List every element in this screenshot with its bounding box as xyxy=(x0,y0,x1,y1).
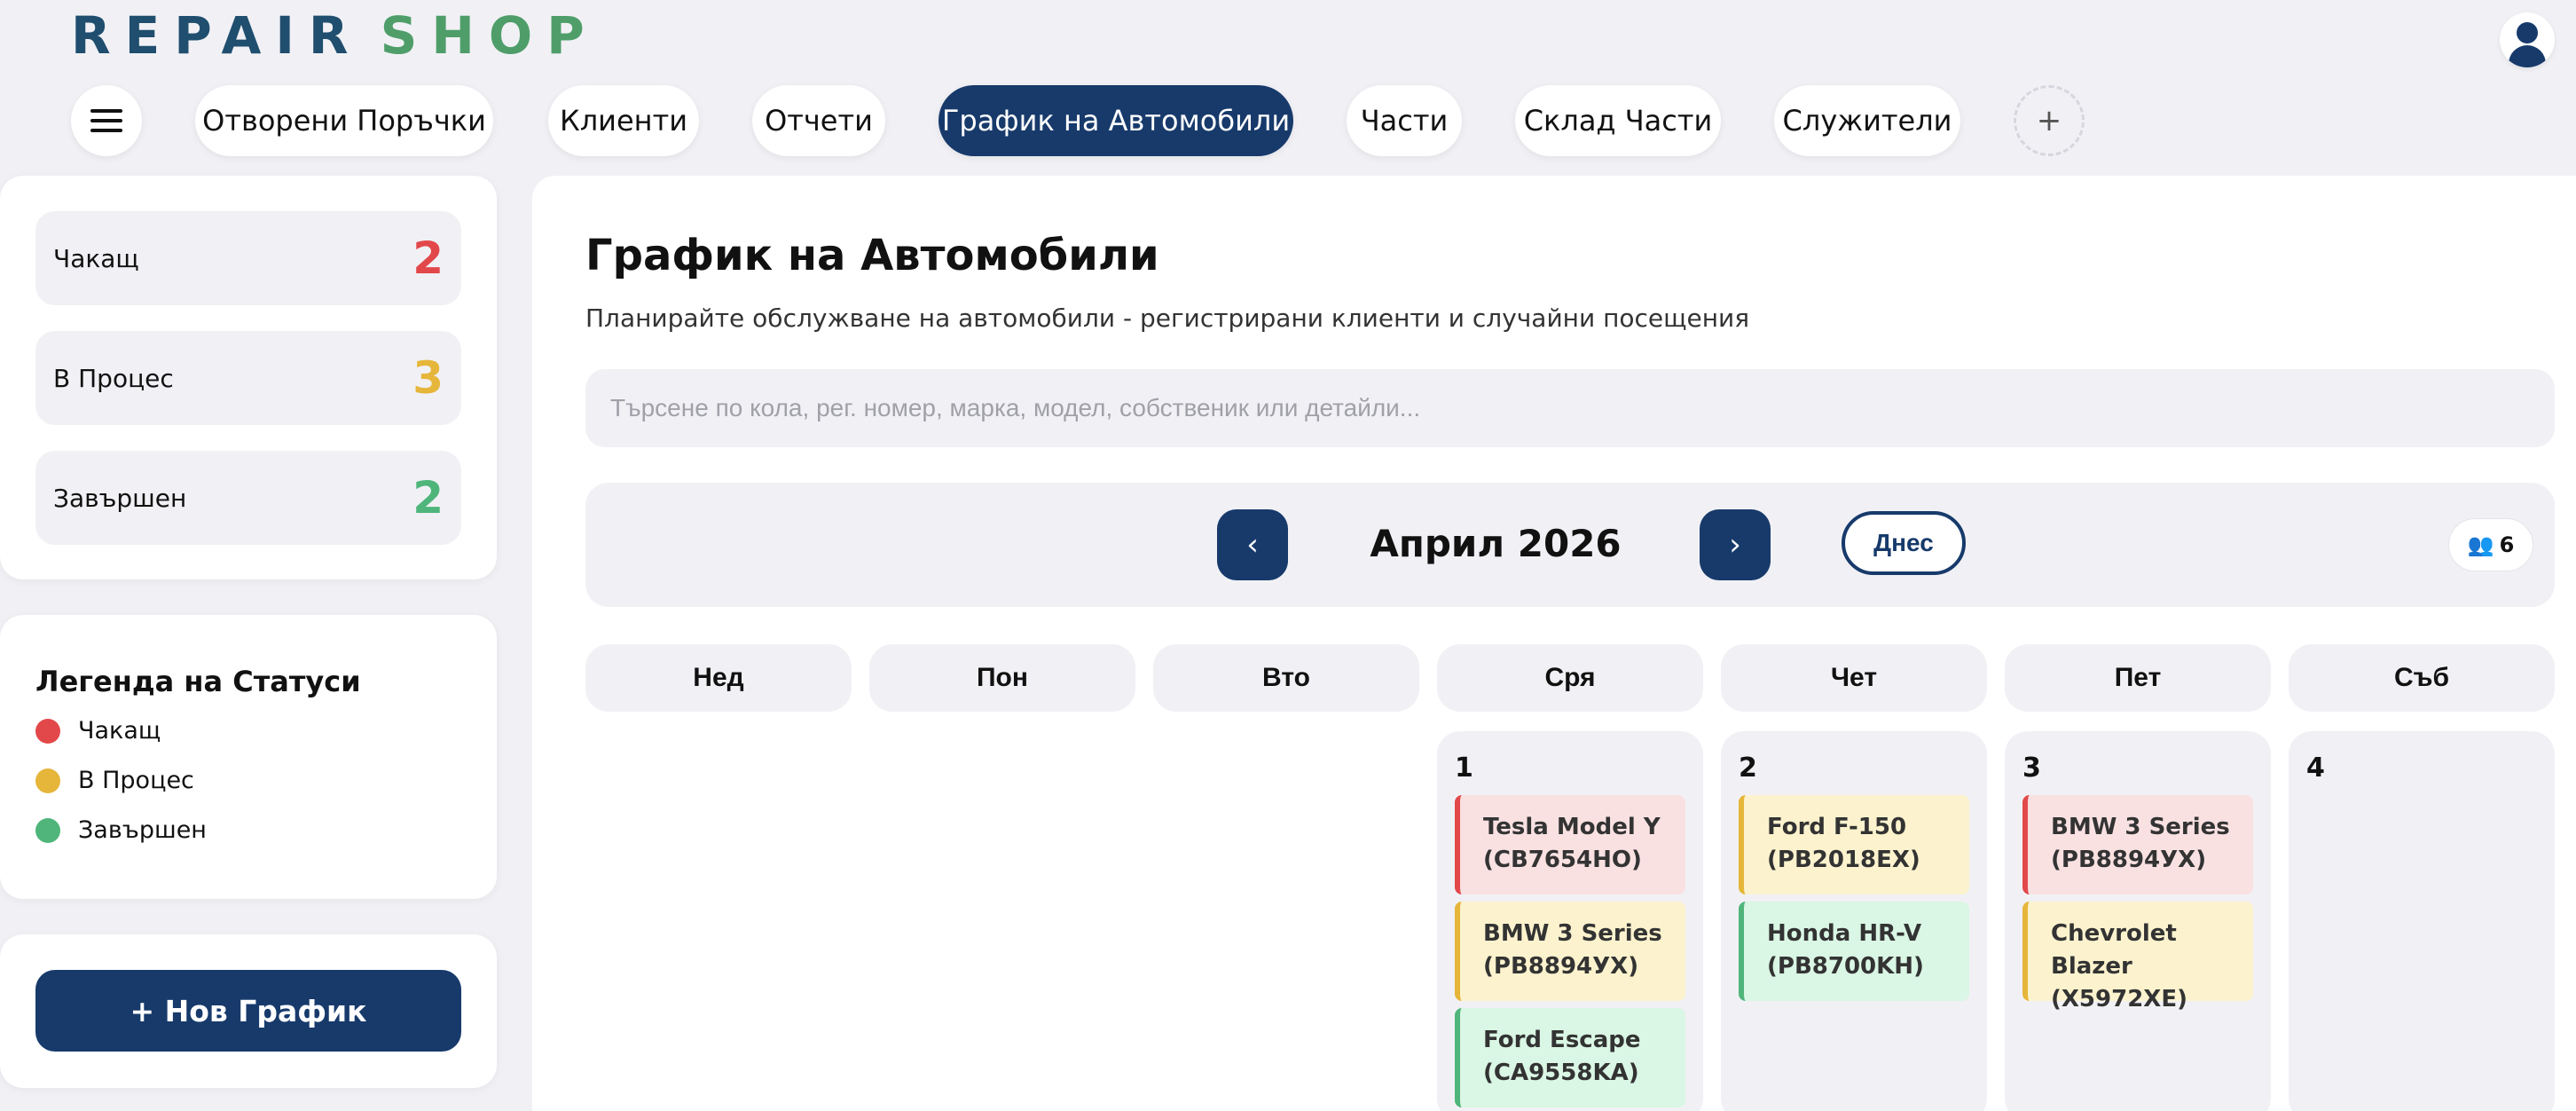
schedule-event[interactable]: BMW 3 Series (PB8894УХ) xyxy=(2022,795,2253,894)
hamburger-menu-icon[interactable] xyxy=(71,85,142,156)
stat-completed[interactable]: Завършен 2 xyxy=(35,451,461,545)
status-dot-icon xyxy=(35,768,60,793)
weekday-header: Пет xyxy=(2005,644,2271,712)
legend-label: В Процес xyxy=(78,767,194,794)
weekday-header: Вто xyxy=(1153,644,1419,712)
customers-count-badge[interactable]: 👥 6 xyxy=(2448,518,2533,571)
stat-in-progress[interactable]: В Процес 3 xyxy=(35,331,461,425)
day-number: 4 xyxy=(2306,752,2325,784)
day-number: 2 xyxy=(1739,752,1757,784)
new-schedule-button[interactable]: + Нов График xyxy=(35,970,461,1052)
legend-label: Чакащ xyxy=(78,717,161,745)
stat-label: Завършен xyxy=(53,483,187,513)
search-input[interactable] xyxy=(585,369,2555,447)
today-button[interactable]: Днес xyxy=(1842,511,1966,575)
legend-label: Завършен xyxy=(78,816,207,844)
event-plate: (PB8700KH) xyxy=(1767,953,1924,980)
weekday-header: Чет xyxy=(1721,644,1987,712)
stat-count: 3 xyxy=(412,352,444,404)
status-dot-icon xyxy=(35,718,60,744)
status-stats-panel: Чакащ 2 В Процес 3 Завършен 2 xyxy=(0,176,497,579)
customers-count: 6 xyxy=(2499,532,2515,557)
stat-count: 2 xyxy=(412,232,444,284)
legend-title: Легенда на Статуси xyxy=(35,665,361,698)
new-schedule-panel: + Нов График xyxy=(0,934,497,1088)
schedule-event[interactable]: Ford F-150 (PB2018EX) xyxy=(1739,795,1969,894)
event-vehicle: Ford F-150 xyxy=(1767,814,1907,840)
event-plate: (CB7654HO) xyxy=(1483,847,1642,873)
logo-word-repair: REPAIR xyxy=(71,5,363,66)
main-content: График на Автомобили Планирайте обслужва… xyxy=(532,176,2576,1111)
stat-pending[interactable]: Чакащ 2 xyxy=(35,211,461,305)
event-vehicle: BMW 3 Series xyxy=(2051,814,2230,840)
schedule-event[interactable]: BMW 3 Series (PB8894УХ) xyxy=(1455,902,1685,1001)
tab-employees[interactable]: Служители xyxy=(1774,85,1960,156)
app-logo: REPAIR SHOP xyxy=(71,5,599,66)
calendar-day[interactable]: 4 xyxy=(2289,731,2555,1111)
legend-item-pending: Чакащ xyxy=(35,717,161,745)
tab-clients[interactable]: Клиенти xyxy=(548,85,699,156)
schedule-event[interactable]: Tesla Model Y (CB7654HO) xyxy=(1455,795,1685,894)
add-tab-button[interactable]: + xyxy=(2014,85,2085,156)
event-vehicle: Tesla Model Y xyxy=(1483,814,1661,840)
page-subtitle: Планирайте обслужване на автомобили - ре… xyxy=(585,303,1750,333)
event-plate: (PB8894УХ) xyxy=(2051,847,2207,873)
schedule-event[interactable]: Chevrolet Blazer (X5972XE) xyxy=(2022,902,2253,1013)
tab-parts-warehouse[interactable]: Склад Части xyxy=(1515,85,1721,156)
event-vehicle: BMW 3 Series xyxy=(1483,920,1662,947)
stat-label: В Процес xyxy=(53,363,174,393)
status-legend-panel: Легенда на Статуси Чакащ В Процес Завърш… xyxy=(0,615,497,899)
stat-count: 2 xyxy=(412,472,444,524)
user-avatar-icon[interactable] xyxy=(2500,12,2555,67)
logo-word-shop: SHOP xyxy=(380,5,599,66)
schedule-event[interactable]: Ford Escape (CA9558KA) xyxy=(1455,1008,1685,1107)
status-dot-icon xyxy=(35,817,60,843)
legend-item-completed: Завършен xyxy=(35,816,207,844)
calendar-day[interactable]: 3 BMW 3 Series (PB8894УХ) Chevrolet Blaz… xyxy=(2005,731,2271,1111)
people-icon: 👥 xyxy=(2467,532,2494,557)
tab-reports[interactable]: Отчети xyxy=(752,85,885,156)
stat-label: Чакащ xyxy=(53,243,139,273)
event-vehicle: Chevrolet Blazer xyxy=(2051,920,2177,980)
weekday-header: Съб xyxy=(2289,644,2555,712)
weekday-header: Нед xyxy=(585,644,852,712)
day-number: 3 xyxy=(2022,752,2041,784)
schedule-event[interactable]: Honda HR-V (PB8700KH) xyxy=(1739,902,1969,1001)
event-vehicle: Ford Escape xyxy=(1483,1027,1641,1053)
event-plate: (X5972XE) xyxy=(2051,986,2187,1013)
weekday-header: Сря xyxy=(1437,644,1703,712)
calendar-header: ‹ Април 2026 › Днес 👥 6 xyxy=(585,483,2555,607)
page-title: График на Автомобили xyxy=(585,231,1159,280)
day-number: 1 xyxy=(1455,752,1473,784)
legend-item-in-progress: В Процес xyxy=(35,767,194,794)
event-plate: (CA9558KA) xyxy=(1483,1060,1639,1086)
tab-vehicle-schedule[interactable]: График на Автомобили xyxy=(939,85,1293,156)
weekday-header: Пон xyxy=(869,644,1135,712)
tab-open-orders[interactable]: Отворени Поръчки xyxy=(195,85,493,156)
next-month-button[interactable]: › xyxy=(1700,509,1771,580)
month-label: Април 2026 xyxy=(1370,522,1622,565)
event-plate: (PB2018EX) xyxy=(1767,847,1920,873)
calendar-day[interactable]: 1 Tesla Model Y (CB7654HO) BMW 3 Series … xyxy=(1437,731,1703,1111)
calendar-day[interactable]: 2 Ford F-150 (PB2018EX) Honda HR-V (PB87… xyxy=(1721,731,1987,1111)
tab-parts[interactable]: Части xyxy=(1347,85,1462,156)
event-plate: (PB8894УХ) xyxy=(1483,953,1639,980)
event-vehicle: Honda HR-V xyxy=(1767,920,1922,947)
